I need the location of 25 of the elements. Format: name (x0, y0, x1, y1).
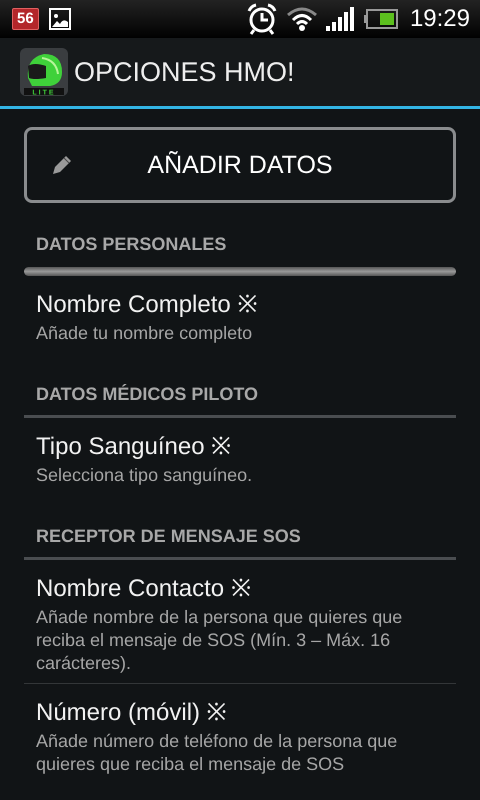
clock-time: 19:29 (410, 5, 470, 33)
preference-summary: Selecciona tipo sanguíneo. (36, 464, 254, 487)
preference-summary: Añade número de teléfono de la persona que quieres que reciba el mensaje de SOS (36, 730, 398, 776)
preference-title: Nombre Contacto ※ (36, 574, 252, 604)
section-header: DATOS PERSONALES (35, 233, 228, 254)
preference-item[interactable]: Número (móvil) ※ Añade número de teléfono de la persona que quieres que reciba el mensaje de SOS (24, 684, 456, 784)
preference-item[interactable]: Nombre Contacto ※ Añade nombre de la persona que quieres que reciba el mensaje de SOS (Mín. 3 – Máx. 16 carácteres). (24, 560, 456, 683)
alarm-clock-icon (246, 3, 278, 35)
preference-title: Nombre Completo ※ (36, 290, 258, 320)
preference-summary: Añade tu nombre completo (36, 322, 254, 345)
wifi-icon (286, 6, 318, 32)
section-header: DATOS MÉDICOS PILOTO (35, 383, 260, 404)
section-header: RECEPTOR DE MENSAJE SOS (35, 525, 302, 546)
app-title: OPCIONES HMO! (74, 56, 295, 88)
notification-badge: 56 (12, 8, 39, 30)
preference-item[interactable]: Nombre Completo ※ Añade tu nombre completo (24, 276, 456, 353)
add-data-button[interactable]: AÑADIR DATOS (24, 127, 456, 203)
preference-title: Tipo Sanguíneo ※ (36, 432, 232, 462)
preference-title: Número (móvil) ※ (36, 698, 228, 728)
preference-summary: Añade nombre de la persona que quieres que reciba el mensaje de SOS (Mín. 3 – Máx. 16 carácteres). (36, 606, 404, 675)
pencil-icon (51, 154, 73, 176)
signal-icon (326, 7, 356, 31)
image-icon (48, 8, 71, 30)
preference-item[interactable]: Tipo Sanguíneo ※ Selecciona tipo sanguíneo. (24, 418, 456, 495)
battery-icon (364, 9, 398, 29)
